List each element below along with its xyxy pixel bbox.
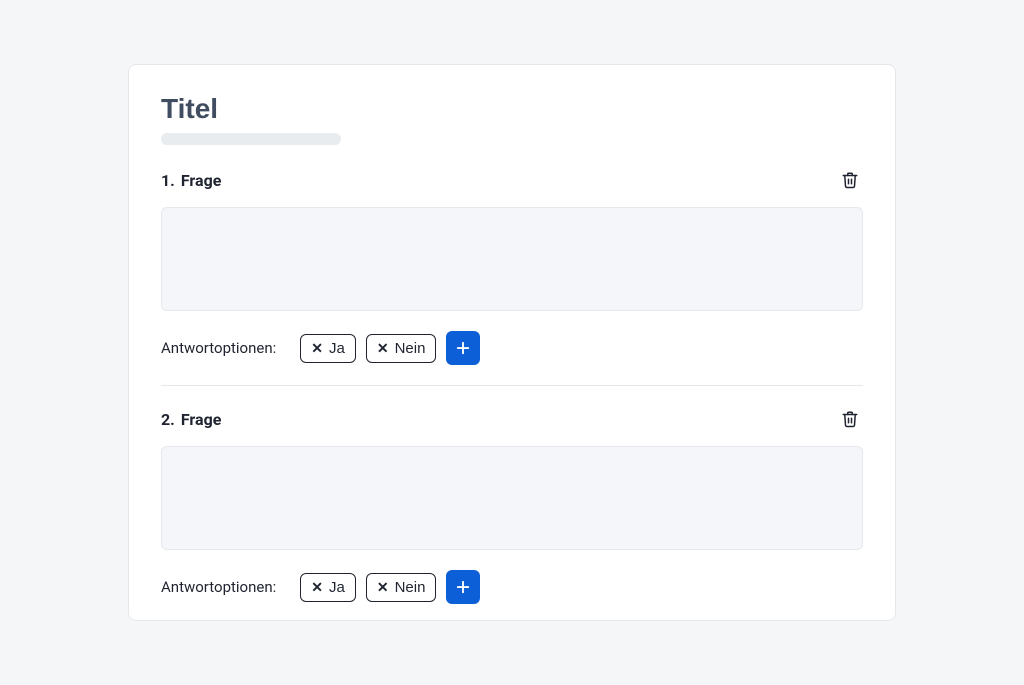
editor-card: 1. Frage Antwortoptionen: ✕ Ja ✕ xyxy=(128,64,896,621)
question-block: 2. Frage Antwortoptionen: ✕ Ja ✕ xyxy=(161,406,863,621)
question-label: 2. Frage xyxy=(161,410,221,429)
plus-icon xyxy=(454,578,472,596)
option-chip[interactable]: ✕ Ja xyxy=(300,573,356,602)
remove-icon: ✕ xyxy=(311,580,323,594)
trash-icon xyxy=(841,410,859,428)
option-chip-label: Nein xyxy=(395,579,426,596)
delete-button[interactable] xyxy=(837,406,863,432)
question-header: 1. Frage xyxy=(161,167,863,193)
question-textarea[interactable] xyxy=(161,446,863,550)
add-option-button[interactable] xyxy=(446,331,480,365)
title-input[interactable] xyxy=(161,93,863,125)
question-number: 2. xyxy=(161,410,175,429)
options-row: Antwortoptionen: ✕ Ja ✕ Nein xyxy=(161,570,863,604)
option-chip[interactable]: ✕ Nein xyxy=(366,334,437,363)
option-chip-label: Nein xyxy=(395,340,426,357)
delete-button[interactable] xyxy=(837,167,863,193)
question-header: 2. Frage xyxy=(161,406,863,432)
remove-icon: ✕ xyxy=(377,341,389,355)
option-chip-label: Ja xyxy=(329,340,345,357)
question-number: 1. xyxy=(161,171,175,190)
question-heading: Frage xyxy=(181,410,222,429)
question-textarea[interactable] xyxy=(161,207,863,311)
option-chip-label: Ja xyxy=(329,579,345,596)
remove-icon: ✕ xyxy=(311,341,323,355)
subtitle-skeleton xyxy=(161,133,341,145)
option-chip[interactable]: ✕ Ja xyxy=(300,334,356,363)
trash-icon xyxy=(841,171,859,189)
plus-icon xyxy=(454,339,472,357)
add-option-button[interactable] xyxy=(446,570,480,604)
question-heading: Frage xyxy=(181,171,222,190)
options-row: Antwortoptionen: ✕ Ja ✕ Nein xyxy=(161,331,863,365)
option-chip[interactable]: ✕ Nein xyxy=(366,573,437,602)
options-label: Antwortoptionen: xyxy=(161,578,276,596)
options-label: Antwortoptionen: xyxy=(161,339,276,357)
question-label: 1. Frage xyxy=(161,171,221,190)
question-block: 1. Frage Antwortoptionen: ✕ Ja ✕ xyxy=(161,167,863,386)
remove-icon: ✕ xyxy=(377,580,389,594)
